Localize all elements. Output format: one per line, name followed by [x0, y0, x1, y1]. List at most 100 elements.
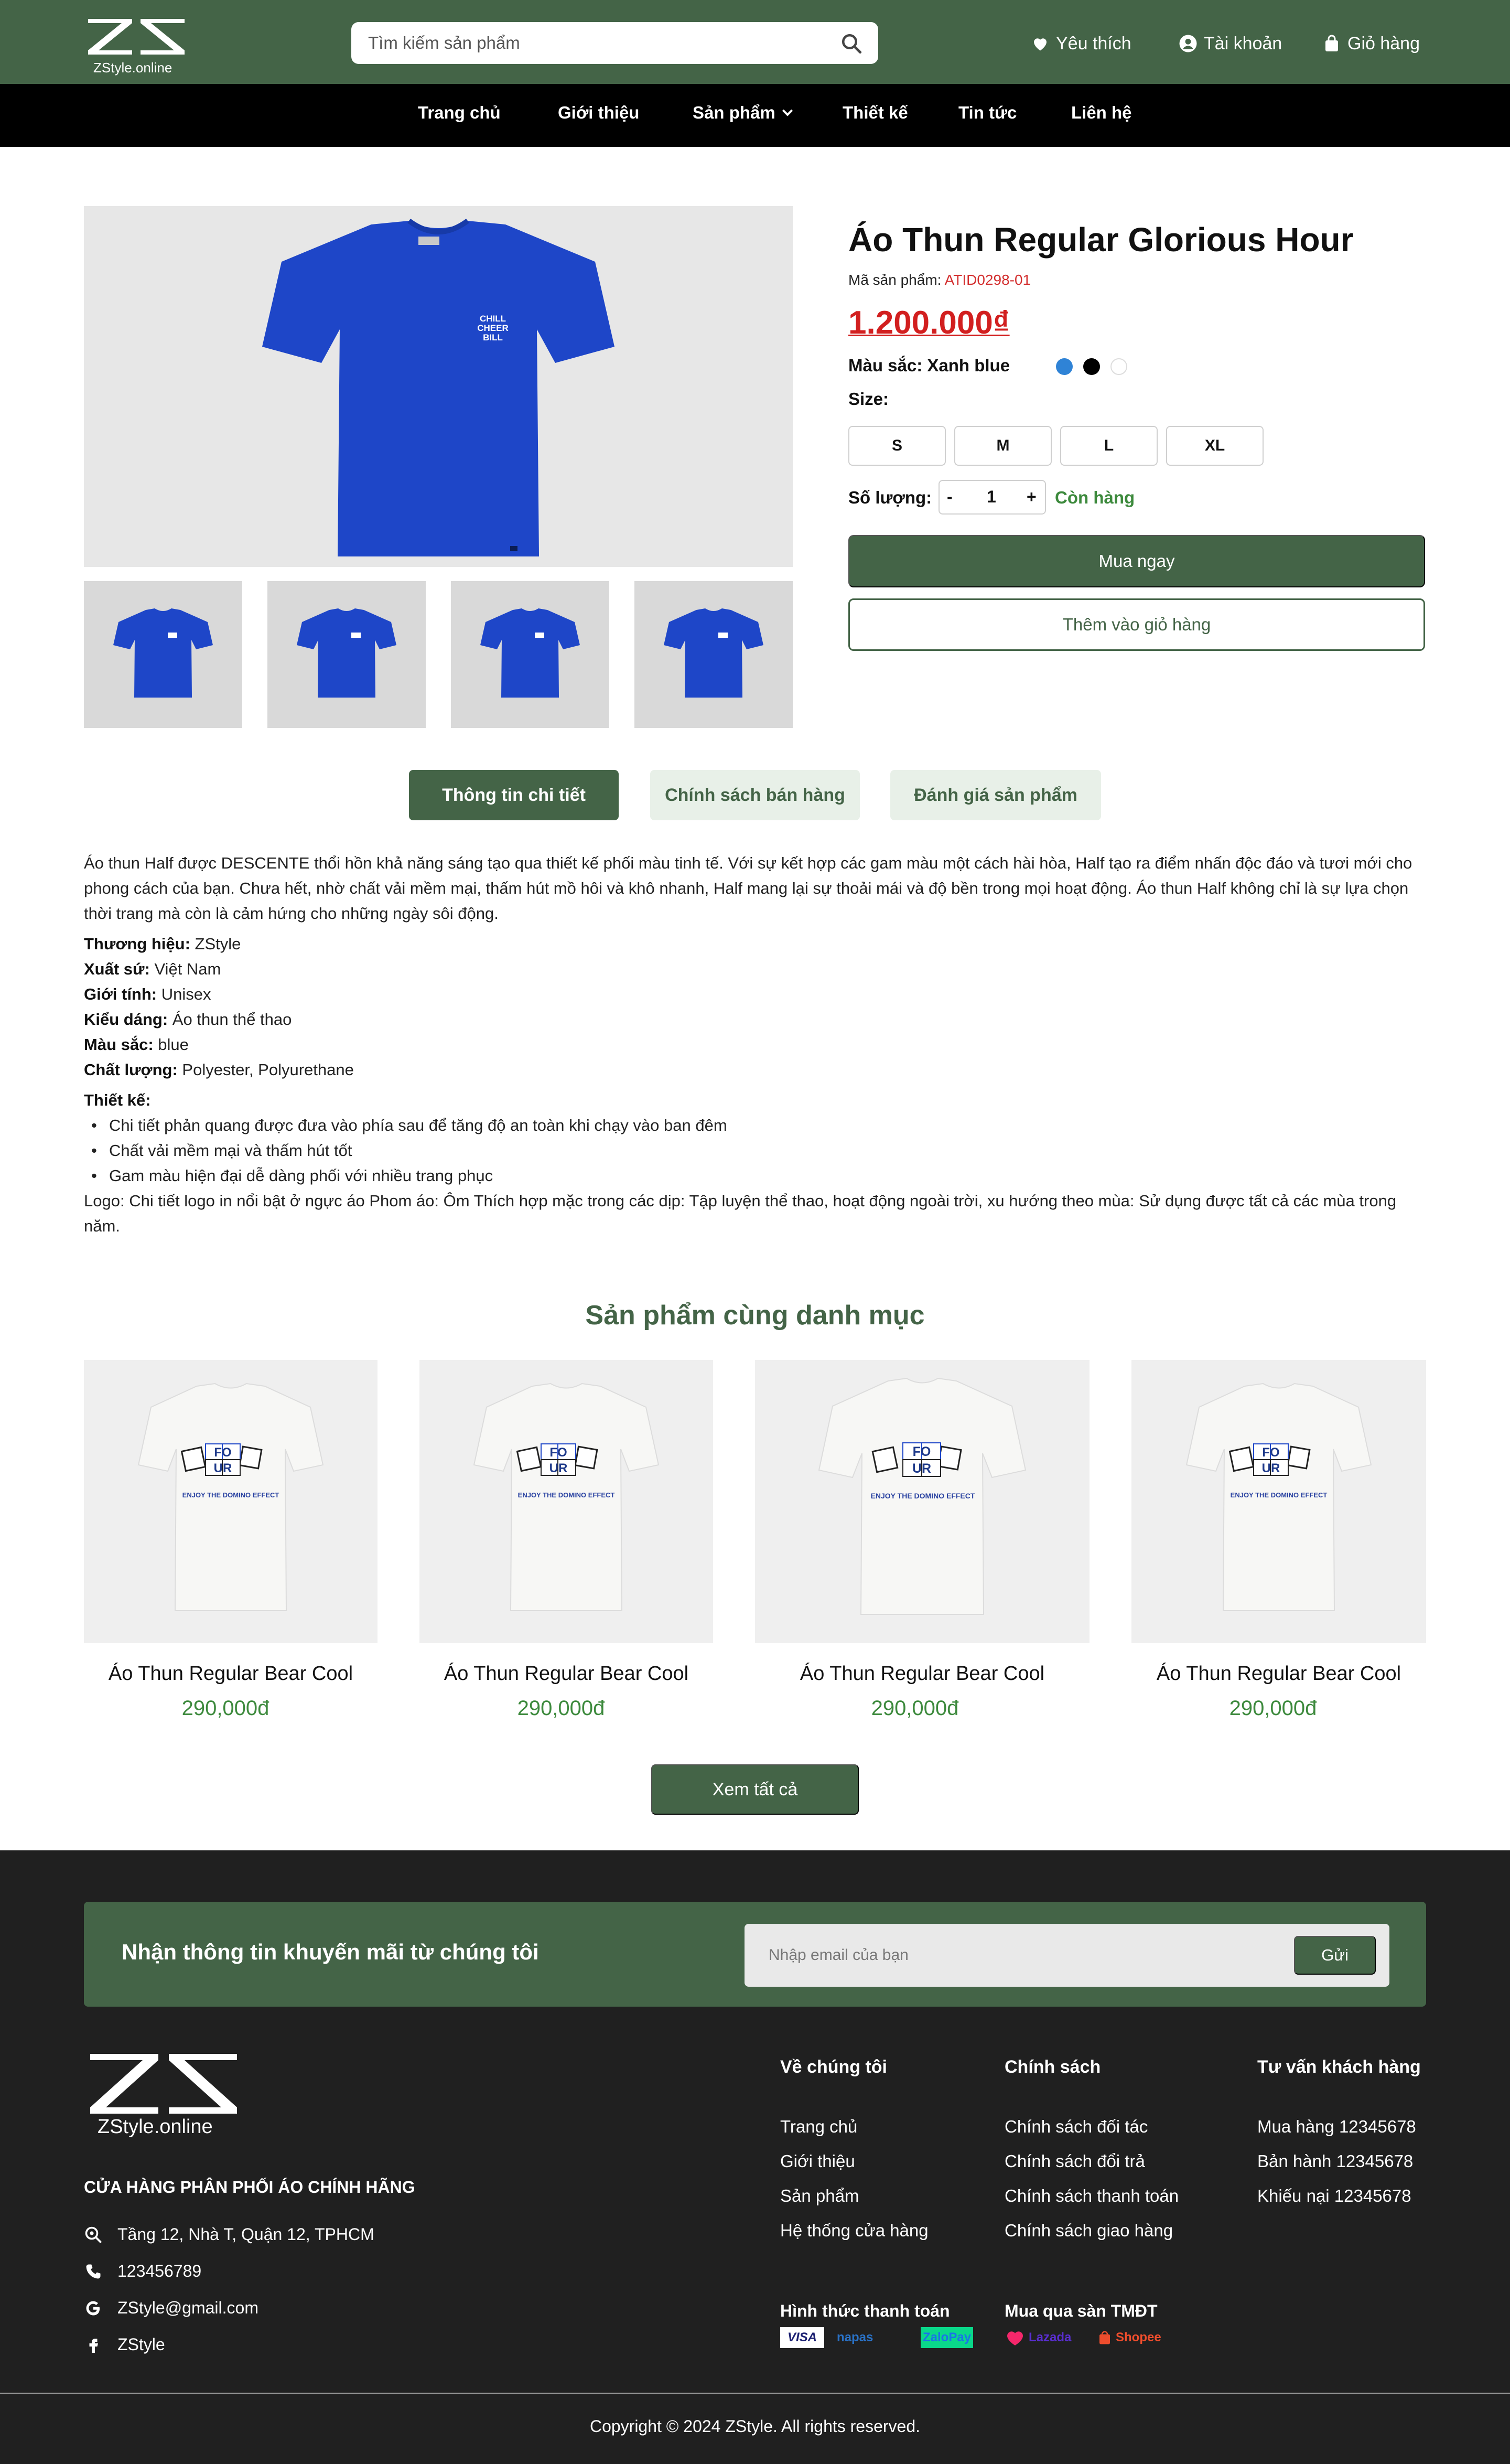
design-section: Thiết kế: Chi tiết phản quang được đưa v…: [84, 1088, 1426, 1239]
size-option-s[interactable]: S: [848, 426, 946, 466]
tab-details[interactable]: Thông tin chi tiết: [409, 770, 619, 820]
product-thumbnail[interactable]: [84, 581, 242, 728]
newsletter-form: Gửi: [745, 1924, 1389, 1987]
size-option-xl[interactable]: XL: [1166, 426, 1264, 466]
size-option-m[interactable]: M: [954, 426, 1052, 466]
spec-row: Thương hiệu: ZStyle: [84, 935, 241, 953]
white-tshirt-image: FO UR ENJOY THE DOMINO EFFECT: [1185, 1383, 1372, 1611]
quantity-decrease-button[interactable]: -: [947, 487, 953, 507]
tshirt-thumb-icon: [480, 608, 580, 698]
related-product-image[interactable]: FO UR ENJOY THE DOMINO EFFECT: [1131, 1360, 1426, 1643]
stock-status: Còn hàng: [1055, 488, 1135, 507]
payment-methods-title: Hình thức thanh toán: [780, 2301, 950, 2320]
location-search-icon: [85, 2226, 102, 2243]
related-product-name[interactable]: Áo Thun Regular Bear Cool: [419, 1663, 713, 1685]
brand-name: ZStyle.online: [93, 60, 172, 76]
color-swatch-black[interactable]: [1083, 358, 1100, 375]
svg-text:BILL: BILL: [483, 333, 503, 342]
color-swatch-white[interactable]: [1110, 358, 1127, 375]
newsletter-email-input[interactable]: [769, 1924, 1241, 1987]
product-description: Áo thun Half được DESCENTE thổi hồn khả …: [84, 851, 1426, 1239]
related-product-name[interactable]: Áo Thun Regular Bear Cool: [755, 1663, 1090, 1685]
print-slogan: ENJOY THE DOMINO EFFECT: [871, 1492, 975, 1500]
nav-item-products[interactable]: Sản phẩm: [693, 103, 795, 123]
nav-item-home[interactable]: Trang chủ: [418, 103, 501, 123]
account-label: Tài khoản: [1204, 33, 1282, 53]
add-to-cart-button[interactable]: Thêm vào giỏ hàng: [848, 598, 1425, 651]
related-product-image[interactable]: FO UR ENJOY THE DOMINO EFFECT: [755, 1360, 1090, 1643]
related-product-name[interactable]: Áo Thun Regular Bear Cool: [1131, 1663, 1426, 1685]
search-icon[interactable]: [840, 33, 862, 55]
shopee-bag-icon: [1099, 2331, 1110, 2344]
footer-link-shipping-policy[interactable]: Chính sách giao hàng: [1005, 2221, 1173, 2241]
quantity-value[interactable]: 1: [987, 487, 996, 507]
nav-item-about[interactable]: Giới thiệu: [558, 103, 639, 123]
sku-label: Mã sản phẩm:: [848, 272, 942, 288]
see-all-button[interactable]: Xem tất cả: [651, 1764, 859, 1815]
newsletter-send-button[interactable]: Gửi: [1294, 1936, 1376, 1975]
buy-now-button[interactable]: Mua ngay: [848, 535, 1425, 587]
related-product-image[interactable]: FO UR ENJOY THE DOMINO EFFECT: [84, 1360, 378, 1643]
account-link[interactable]: Tài khoản: [1179, 30, 1282, 57]
zalopay-logo: ZaloPay: [921, 2327, 974, 2348]
footer-link-home[interactable]: Trang chủ: [780, 2117, 857, 2137]
spec-row: Kiểu dáng: Áo thun thể thao: [84, 1010, 292, 1029]
design-label: Thiết kế:: [84, 1091, 151, 1109]
wishlist-label: Yêu thích: [1056, 33, 1131, 53]
related-product-price: 290,000đ: [517, 1697, 605, 1720]
nav-item-news[interactable]: Tin tức: [958, 103, 1017, 123]
product-main-image[interactable]: CHILL CHEER BILL: [84, 206, 793, 567]
shopping-bag-icon: [1325, 35, 1338, 51]
product-sku: Mã sản phẩm: ATID0298-01: [848, 272, 1031, 288]
cart-label: Giỏ hàng: [1347, 33, 1420, 53]
blue-tshirt-image: CHILL CHEER BILL: [262, 218, 614, 556]
product-thumbnail[interactable]: [451, 581, 609, 728]
nav-item-design[interactable]: Thiết kế: [843, 103, 908, 123]
footer-phone[interactable]: 123456789: [84, 2262, 201, 2281]
footer-email[interactable]: ZStyle@gmail.com: [84, 2298, 258, 2318]
footer-link-about[interactable]: Giới thiệu: [780, 2151, 855, 2171]
product-price: 1.200.000₫: [848, 305, 1010, 341]
tab-sales-policy[interactable]: Chính sách bán hàng: [650, 770, 860, 820]
color-label: Màu sắc: Xanh blue: [848, 356, 1010, 375]
footer-link-payment-policy[interactable]: Chính sách thanh toán: [1005, 2186, 1179, 2206]
svg-text:CHEER: CHEER: [477, 323, 509, 333]
footer-link-products[interactable]: Sản phẩm: [780, 2186, 859, 2206]
lazada-label: Lazada: [1029, 2330, 1072, 2344]
address-text: Tầng 12, Nhà T, Quận 12, TPHCM: [117, 2225, 374, 2244]
email-text: ZStyle@gmail.com: [117, 2298, 258, 2317]
related-product-image[interactable]: FO UR ENJOY THE DOMINO EFFECT: [419, 1360, 713, 1643]
quantity-increase-button[interactable]: +: [1027, 487, 1037, 507]
tab-reviews[interactable]: Đánh giá sản phẩm: [890, 770, 1101, 820]
footer-link-purchase-hotline[interactable]: Mua hàng 12345678: [1257, 2117, 1416, 2137]
google-icon: [86, 2301, 100, 2315]
footer-link-stores[interactable]: Hệ thống cửa hàng: [780, 2221, 929, 2241]
footer-link-complaint-hotline[interactable]: Khiếu nại 12345678: [1257, 2186, 1411, 2206]
footer-link-partner-policy[interactable]: Chính sách đối tác: [1005, 2117, 1148, 2137]
wishlist-link[interactable]: Yêu thích: [1031, 30, 1131, 57]
list-item: Chi tiết phản quang được đưa vào phía sa…: [84, 1113, 1426, 1138]
search-bar: [351, 22, 878, 64]
print-text-ur: UR: [912, 1461, 931, 1476]
related-product-name[interactable]: Áo Thun Regular Bear Cool: [84, 1663, 378, 1685]
logo-note: Logo: Chi tiết logo in nổi bật ở ngực áo…: [84, 1192, 1397, 1235]
footer-link-warranty-hotline[interactable]: Bản hành 12345678: [1257, 2151, 1413, 2171]
size-option-l[interactable]: L: [1060, 426, 1158, 466]
footer-link-return-policy[interactable]: Chính sách đổi trả: [1005, 2151, 1145, 2171]
shopee-logo: Shopee: [1097, 2327, 1161, 2348]
cart-link[interactable]: Giỏ hàng: [1322, 30, 1420, 57]
product-thumbnail[interactable]: [634, 581, 793, 728]
search-input[interactable]: [368, 22, 840, 64]
print-slogan: ENJOY THE DOMINO EFFECT: [1231, 1491, 1328, 1499]
spec-row: Chất lượng: Polyester, Polyurethane: [84, 1060, 354, 1079]
footer-facebook[interactable]: ZStyle: [84, 2335, 165, 2354]
heart-icon: [1034, 38, 1047, 51]
tshirt-thumb-icon: [664, 608, 763, 698]
brand-logo[interactable]: ZStyle.online: [84, 16, 189, 76]
chevron-down-icon: [782, 109, 793, 116]
facebook-text: ZStyle: [117, 2335, 165, 2354]
nav-item-contact[interactable]: Liên hệ: [1071, 103, 1132, 123]
color-swatch-blue[interactable]: [1056, 358, 1073, 375]
print-text-ur: UR: [549, 1461, 568, 1475]
product-thumbnail[interactable]: [267, 581, 426, 728]
